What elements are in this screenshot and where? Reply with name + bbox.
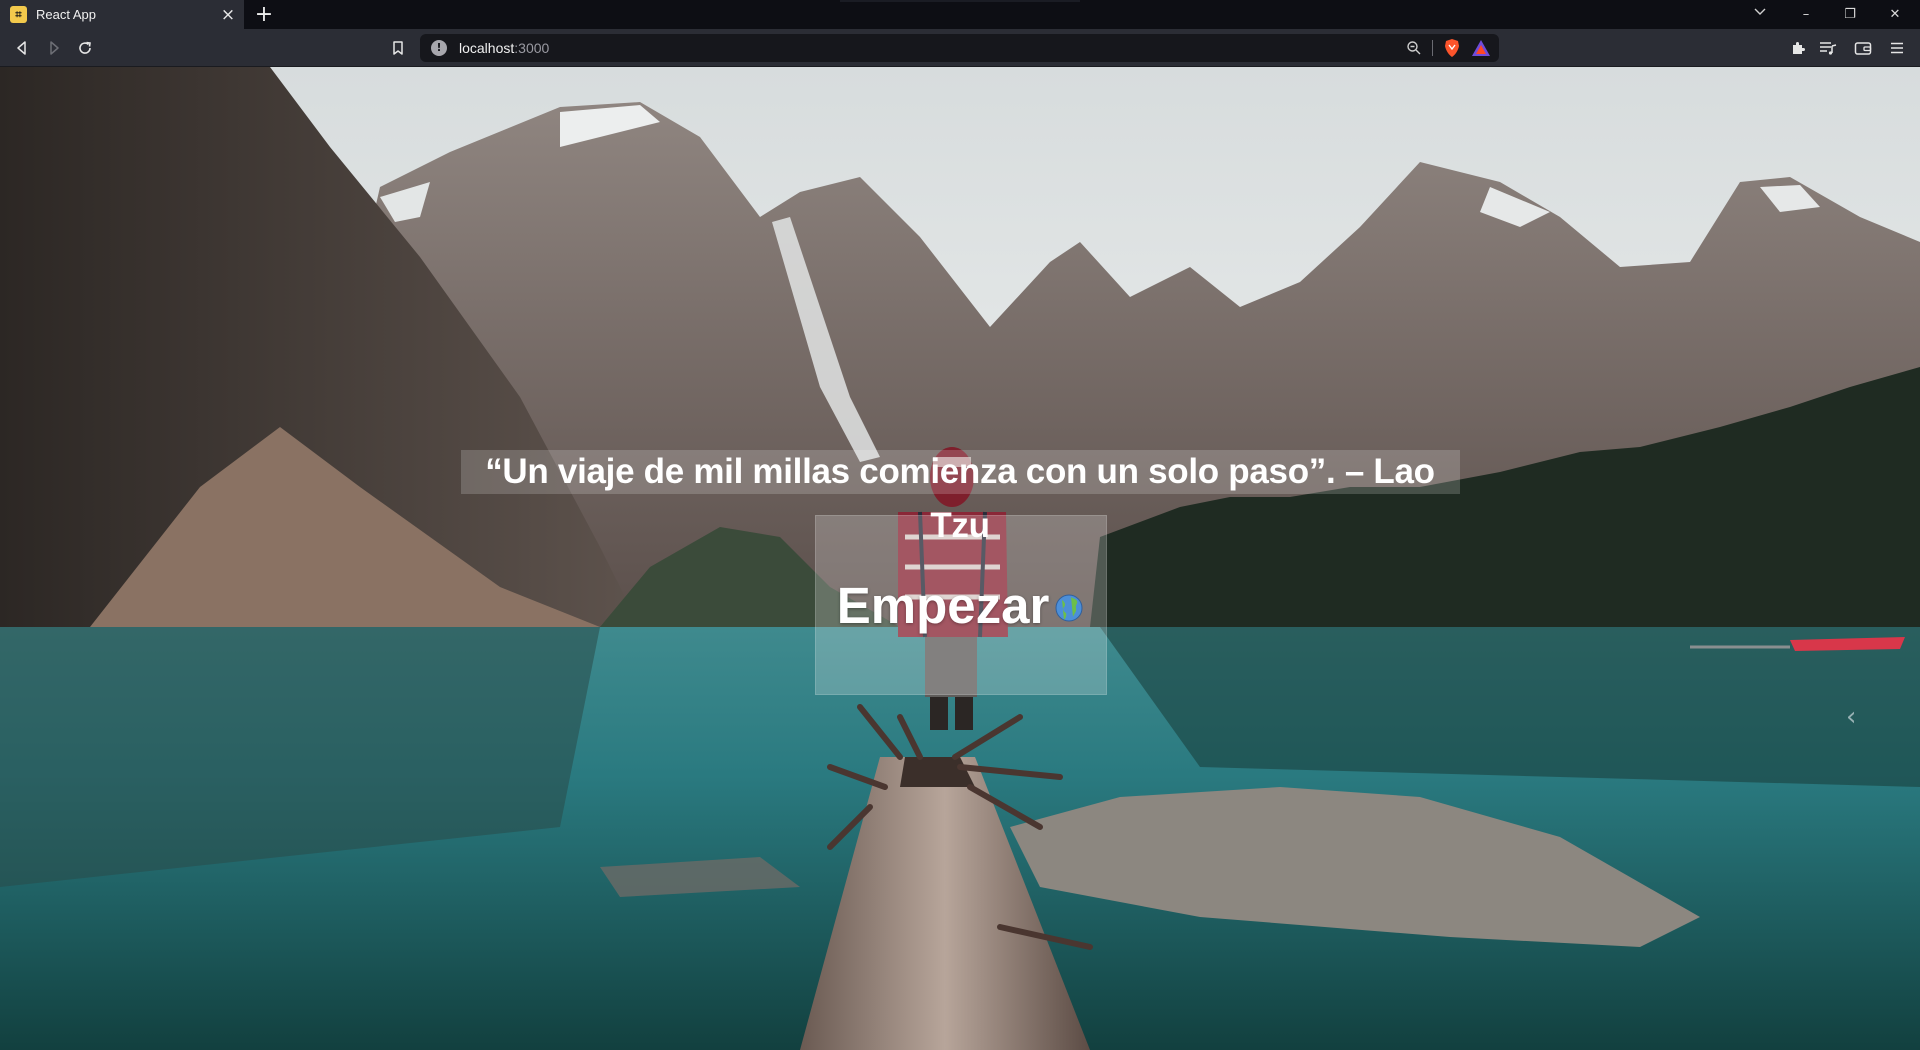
wallet-button[interactable]	[1853, 38, 1873, 58]
chevron-down-icon	[1754, 8, 1766, 15]
tab-search-button[interactable]	[1740, 0, 1780, 29]
playlist-icon	[1820, 42, 1837, 55]
site-info-icon[interactable]: !	[431, 40, 447, 56]
tab-strip: ⌗ React App × + – ❐ ✕	[0, 0, 1920, 29]
main-menu-button[interactable]	[1887, 38, 1907, 58]
address-bar[interactable]: ! localhost:3000	[420, 34, 1499, 62]
close-window-button[interactable]: ✕	[1875, 0, 1915, 29]
start-button-label: Empezar	[836, 576, 1050, 634]
page-viewport: “Un viaje de mil millas comienza con un …	[0, 67, 1920, 1050]
browser-toolbar: ! localhost:3000	[0, 29, 1920, 67]
wallet-icon	[1854, 42, 1872, 55]
tab-title: React App	[36, 7, 96, 22]
start-button[interactable]: Empezar	[815, 515, 1107, 695]
globe-icon	[1055, 594, 1083, 622]
back-button[interactable]	[9, 35, 35, 61]
divider	[1432, 40, 1433, 56]
forward-button[interactable]	[41, 35, 67, 61]
restore-button[interactable]: ❐	[1830, 0, 1870, 29]
reload-icon	[79, 41, 91, 54]
window-drag-indicator	[840, 0, 1080, 2]
address-bar-actions	[1406, 38, 1491, 58]
url-host: localhost	[459, 40, 515, 56]
menu-icon	[1891, 42, 1903, 54]
tab-close-icon[interactable]: ×	[218, 5, 238, 25]
new-tab-button[interactable]: +	[252, 3, 276, 27]
tab-react-app[interactable]: ⌗ React App ×	[0, 0, 244, 29]
carousel-prev-icon[interactable]: ‹	[1846, 702, 1868, 732]
brave-shields-icon[interactable]	[1443, 38, 1461, 58]
bookmark-icon	[393, 41, 403, 55]
hero-quote: “Un viaje de mil millas comienza con un …	[485, 452, 1435, 545]
bookmark-button[interactable]	[385, 35, 411, 61]
extensions-icon	[1793, 42, 1805, 54]
react-app-favicon-icon: ⌗	[10, 6, 27, 23]
brave-rewards-icon[interactable]	[1471, 39, 1491, 57]
playlist-button[interactable]	[1818, 38, 1838, 58]
extensions-button[interactable]	[1788, 38, 1808, 58]
url-port: :3000	[514, 40, 550, 56]
forward-icon	[50, 41, 59, 55]
reload-button[interactable]	[72, 35, 98, 61]
minimize-button[interactable]: –	[1786, 0, 1826, 29]
zoom-icon[interactable]	[1406, 40, 1422, 56]
back-icon	[17, 41, 26, 55]
